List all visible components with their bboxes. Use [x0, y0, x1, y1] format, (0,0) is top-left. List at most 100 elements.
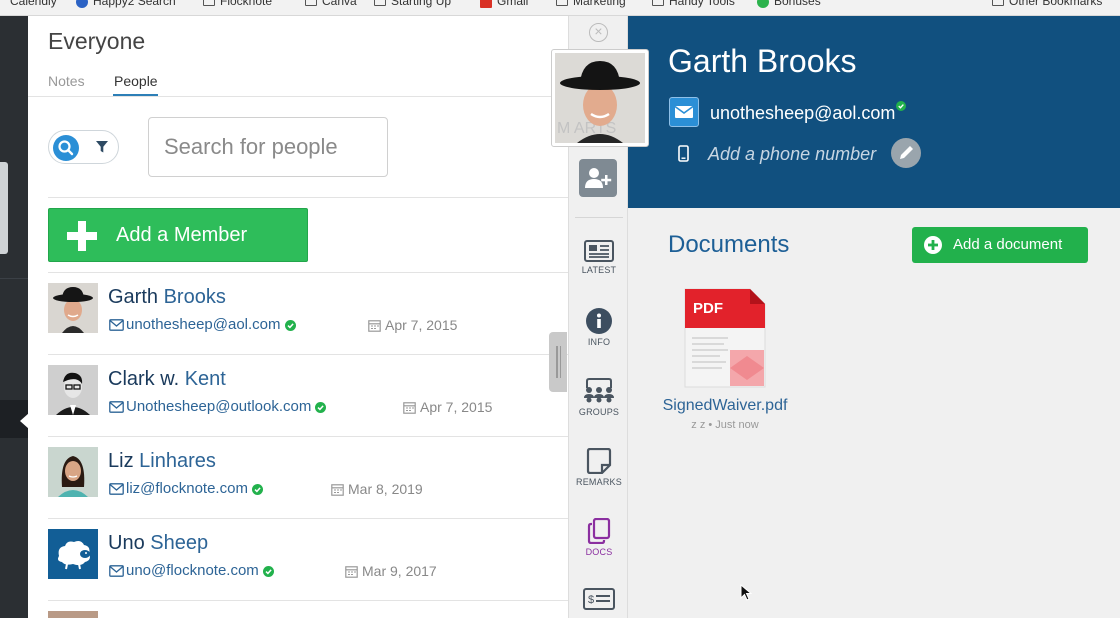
person-date: Mar 8, 2019 — [331, 481, 423, 497]
avatar — [48, 611, 98, 618]
bookmark-item[interactable]: Gmail — [480, 0, 528, 8]
plus-circle-icon — [924, 236, 942, 254]
bonus-icon — [757, 0, 769, 8]
docs-icon — [587, 518, 611, 544]
envelope-icon — [109, 319, 124, 331]
search-filter-toggle[interactable] — [48, 130, 119, 164]
bookmark-item[interactable]: Handy Tools — [652, 0, 735, 8]
person-name[interactable]: Uno Sheep — [108, 532, 208, 555]
verified-check-icon — [251, 484, 263, 495]
nav-remarks[interactable]: REMARKS — [569, 448, 629, 508]
bookmark-item[interactable]: Flocknote — [203, 0, 272, 8]
sidebar-edge-tab[interactable] — [0, 162, 8, 254]
person-date: Apr 7, 2015 — [368, 317, 457, 333]
nav-latest[interactable]: LATEST — [569, 240, 629, 300]
divider — [0, 278, 28, 279]
add-to-group-button[interactable] — [579, 159, 617, 197]
bookmarks-bar: Calendly Happy2 Search Flocknote Canva S… — [0, 0, 1120, 16]
person-row[interactable]: Liz Linhares liz@flocknote.com Mar 8, 20… — [48, 437, 568, 519]
person-email-row: uno@flocknote.com — [109, 562, 276, 579]
envelope-icon — [109, 565, 124, 577]
document-meta: z z • Just now — [691, 419, 759, 431]
bookmark-item[interactable]: Canva — [305, 0, 357, 8]
groups-icon — [584, 378, 614, 403]
document-file[interactable]: PDF — [684, 288, 766, 388]
tab-notes[interactable]: Notes — [48, 73, 85, 89]
folder-icon — [374, 0, 386, 7]
people-panel: Everyone Notes People Add a Member — [28, 16, 568, 618]
person-date: Apr 7, 2015 — [403, 399, 492, 415]
nav-docs[interactable]: DOCS — [569, 518, 629, 578]
folder-icon — [305, 0, 317, 7]
add-person-icon — [585, 168, 612, 188]
divider — [28, 96, 568, 97]
avatar — [48, 529, 98, 579]
person-email-row: liz@flocknote.com — [109, 480, 265, 497]
person-name[interactable]: Garth Brooks — [108, 286, 226, 309]
person-name[interactable]: Clark w. Kent — [108, 368, 226, 391]
nav-info[interactable]: INFO — [569, 308, 629, 368]
verified-check-icon — [262, 566, 274, 577]
avatar — [48, 283, 98, 333]
pdf-file-icon: PDF — [684, 288, 766, 388]
email-icon — [669, 97, 699, 127]
profile-photo[interactable]: M ARTS — [551, 49, 649, 147]
app-sidebar — [0, 16, 29, 618]
person-row[interactable]: Uno Sheep uno@flocknote.com Mar 9, 2017 — [48, 519, 568, 601]
gmail-icon — [480, 0, 492, 8]
note-icon — [586, 448, 612, 474]
bookmark-item[interactable]: Starting Up — [374, 0, 451, 8]
nav-giving[interactable]: $ — [569, 588, 629, 618]
add-member-button[interactable]: Add a Member — [48, 208, 308, 262]
page-title: Everyone — [48, 28, 146, 54]
search-mode-button[interactable] — [53, 134, 79, 161]
bookmark-item[interactable]: Calendly — [10, 0, 57, 8]
verified-check-icon — [315, 402, 327, 413]
verified-check-icon — [896, 101, 907, 111]
bookmark-item[interactable]: Bonuses — [757, 0, 821, 8]
edit-phone-button[interactable] — [891, 138, 921, 168]
tab-people[interactable]: People — [114, 73, 158, 89]
person-name[interactable]: Liz Linhares — [108, 450, 216, 473]
avatar: M ARTS — [555, 53, 645, 143]
nav-groups[interactable]: GROUPS — [569, 378, 629, 438]
calendar-icon — [331, 484, 344, 496]
phone-field[interactable]: Add a phone number — [708, 144, 876, 165]
globe-icon — [76, 0, 88, 8]
verified-check-icon — [284, 320, 296, 331]
divider — [575, 217, 623, 218]
person-row[interactable]: Garth Brooks unothesheep@aol.com Apr 7, … — [48, 273, 568, 355]
documents-title: Documents — [668, 231, 790, 258]
folder-icon — [992, 0, 1004, 7]
search-icon — [58, 139, 74, 155]
svg-text:$: $ — [588, 594, 594, 606]
folder-icon — [203, 0, 215, 7]
filter-icon[interactable] — [95, 140, 109, 154]
add-member-label: Add a Member — [116, 224, 248, 246]
info-icon — [586, 308, 612, 334]
bookmark-item[interactable]: Other Bookmarks — [992, 0, 1102, 8]
profile-name: Garth Brooks — [668, 43, 857, 79]
divider — [48, 197, 568, 198]
person-email-row: Unothesheep@outlook.com — [109, 398, 328, 415]
pencil-icon — [900, 146, 913, 159]
pdf-badge: PDF — [693, 300, 723, 317]
newspaper-icon — [584, 240, 614, 262]
avatar — [48, 447, 98, 497]
mouse-cursor-icon — [740, 584, 752, 601]
search-input[interactable] — [148, 117, 388, 177]
bookmark-item[interactable]: Marketing — [556, 0, 626, 8]
close-icon[interactable]: × — [589, 23, 608, 42]
envelope-icon — [109, 401, 124, 413]
folder-icon — [556, 0, 568, 7]
person-email-row: unothesheep@aol.com — [109, 316, 298, 333]
person-date: Mar 9, 2017 — [345, 563, 437, 579]
bookmark-item[interactable]: Happy2 Search — [76, 0, 176, 8]
profile-email[interactable]: unothesheep@aol.com — [710, 101, 907, 124]
envelope-icon — [109, 483, 124, 495]
document-name[interactable]: SignedWaiver.pdf — [662, 397, 788, 415]
add-document-button[interactable]: Add a document — [912, 227, 1088, 263]
folder-icon — [652, 0, 664, 7]
panel-resize-handle[interactable] — [549, 332, 567, 392]
person-row[interactable]: Clark w. Kent Unothesheep@outlook.com Ap… — [48, 355, 568, 437]
